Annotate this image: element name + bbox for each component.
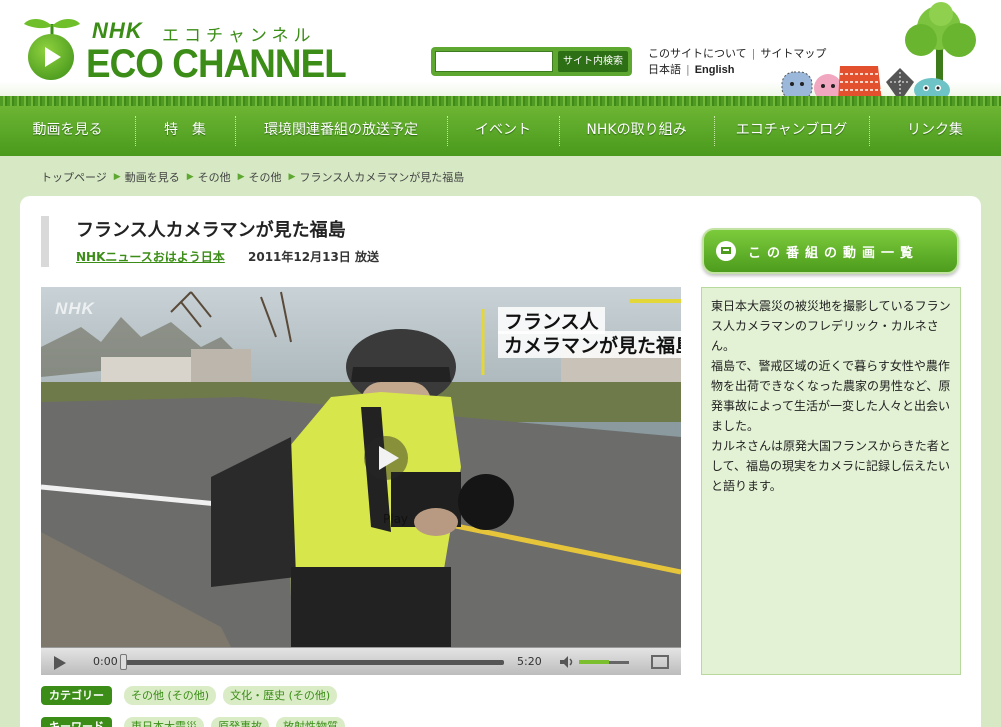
nav-item-broadcast-schedule[interactable]: 環境関連番組の放送予定 (235, 106, 447, 156)
air-date: 2011年12月13日 放送 (248, 250, 379, 264)
caption-line-1: フランス人 (498, 307, 605, 334)
program-video-list-label: この番組の動画一覧 (748, 245, 920, 261)
caption-line-2: カメラマンが見た福島 (498, 331, 681, 358)
site-search: サイト内検索 (431, 47, 632, 76)
breadcrumb-current: フランス人カメラマンが見た福島 (299, 171, 465, 184)
category-tag[interactable]: その他 (その他) (124, 686, 217, 705)
about-link[interactable]: このサイトについて (648, 47, 747, 60)
duration: 5:20 (517, 655, 542, 668)
english-link[interactable]: English (695, 64, 735, 76)
search-button[interactable]: サイト内検索 (558, 51, 628, 72)
site-header: NHK エコチャンネル ECO CHANNEL サイト内検索 このサイトについて… (0, 0, 1001, 108)
breadcrumb-other-2[interactable]: その他 (249, 169, 282, 185)
breadcrumb-other-1[interactable]: その他 (198, 169, 231, 185)
keyword-label: キーワード (41, 717, 112, 727)
video-description: 東日本大震災の被災地を撮影しているフランス人カメラマンのフレデリック・カルネさん… (701, 287, 961, 675)
program-video-list-button[interactable]: この番組の動画一覧 (702, 228, 959, 274)
japanese-link[interactable]: 日本語 (648, 63, 681, 76)
play-logo-icon (28, 34, 74, 80)
video-controls: 0:00 5:20 (41, 647, 681, 675)
seek-handle[interactable] (120, 654, 127, 670)
video-player[interactable]: フランス人 カメラマンが見た福島 NHK Play (41, 287, 681, 647)
logo-nhk: NHK (92, 18, 143, 43)
search-input[interactable] (435, 51, 553, 72)
program-link[interactable]: NHKニュースおはよう日本 (76, 248, 225, 265)
fullscreen-icon[interactable] (651, 655, 669, 669)
description-paragraph: 東日本大震災の被災地を撮影しているフランス人カメラマンのフレデリック・カルネさん… (711, 299, 951, 353)
keyword-tag[interactable]: 東日本大震災 (124, 717, 204, 727)
keyword-row: キーワード 東日本大震災 原発事故 放射性物質 (41, 717, 352, 727)
category-row: カテゴリー その他 (その他) 文化・歴史 (その他) (41, 686, 344, 705)
category-tag[interactable]: 文化・歴史 (その他) (223, 686, 338, 705)
breadcrumb: トップページ ▶ 動画を見る ▶ その他 ▶ その他 ▶ フランス人カメラマンが… (41, 169, 464, 185)
description-paragraph: 福島で、警戒区域の近くで暮らす女性や農作物を出荷できなくなった農家の男性など、原… (711, 359, 951, 433)
keyword-tag[interactable]: 放射性物質 (276, 717, 345, 727)
page-title: フランス人カメラマンが見た福島 (76, 220, 346, 241)
chevron-right-icon: ▶ (186, 172, 194, 182)
breadcrumb-top[interactable]: トップページ (41, 169, 107, 185)
keyword-tag[interactable]: 原発事故 (211, 717, 269, 727)
play-overlay-icon[interactable] (363, 435, 409, 481)
nav-item-nhk-initiatives[interactable]: NHKの取り組み (559, 106, 714, 156)
category-label: カテゴリー (41, 686, 112, 705)
title-accent-bar (41, 216, 49, 267)
chevron-right-icon: ▶ (237, 172, 245, 182)
chevron-right-icon: ▶ (113, 172, 121, 182)
nav-item-watch-videos[interactable]: 動画を見る (0, 106, 135, 156)
play-icon[interactable] (54, 656, 66, 670)
site-logo[interactable]: NHK エコチャンネル ECO CHANNEL (22, 12, 347, 86)
nav-item-events[interactable]: イベント (447, 106, 559, 156)
play-label[interactable]: Play (383, 512, 408, 526)
nav-item-links[interactable]: リンク集 (869, 106, 1001, 156)
volume-level (579, 660, 609, 664)
volume-icon[interactable] (559, 656, 575, 668)
main-nav: 動画を見る 特 集 環境関連番組の放送予定 イベント NHKの取り組み エコチャ… (0, 106, 1001, 156)
nav-item-features[interactable]: 特 集 (135, 106, 235, 156)
description-paragraph: カルネさんは原発大国フランスからきた者として、福島の現実をカメラに記録し伝えたい… (711, 439, 951, 493)
chevron-right-icon: ▶ (288, 172, 296, 182)
current-time: 0:00 (93, 655, 118, 668)
nav-item-eco-blog[interactable]: エコチャンブログ (714, 106, 869, 156)
nhk-watermark: NHK (55, 299, 95, 318)
seek-bar[interactable] (124, 660, 504, 665)
breadcrumb-videos[interactable]: 動画を見る (125, 169, 180, 185)
logo-title: ECO CHANNEL (86, 42, 347, 86)
video-list-icon (716, 241, 736, 261)
